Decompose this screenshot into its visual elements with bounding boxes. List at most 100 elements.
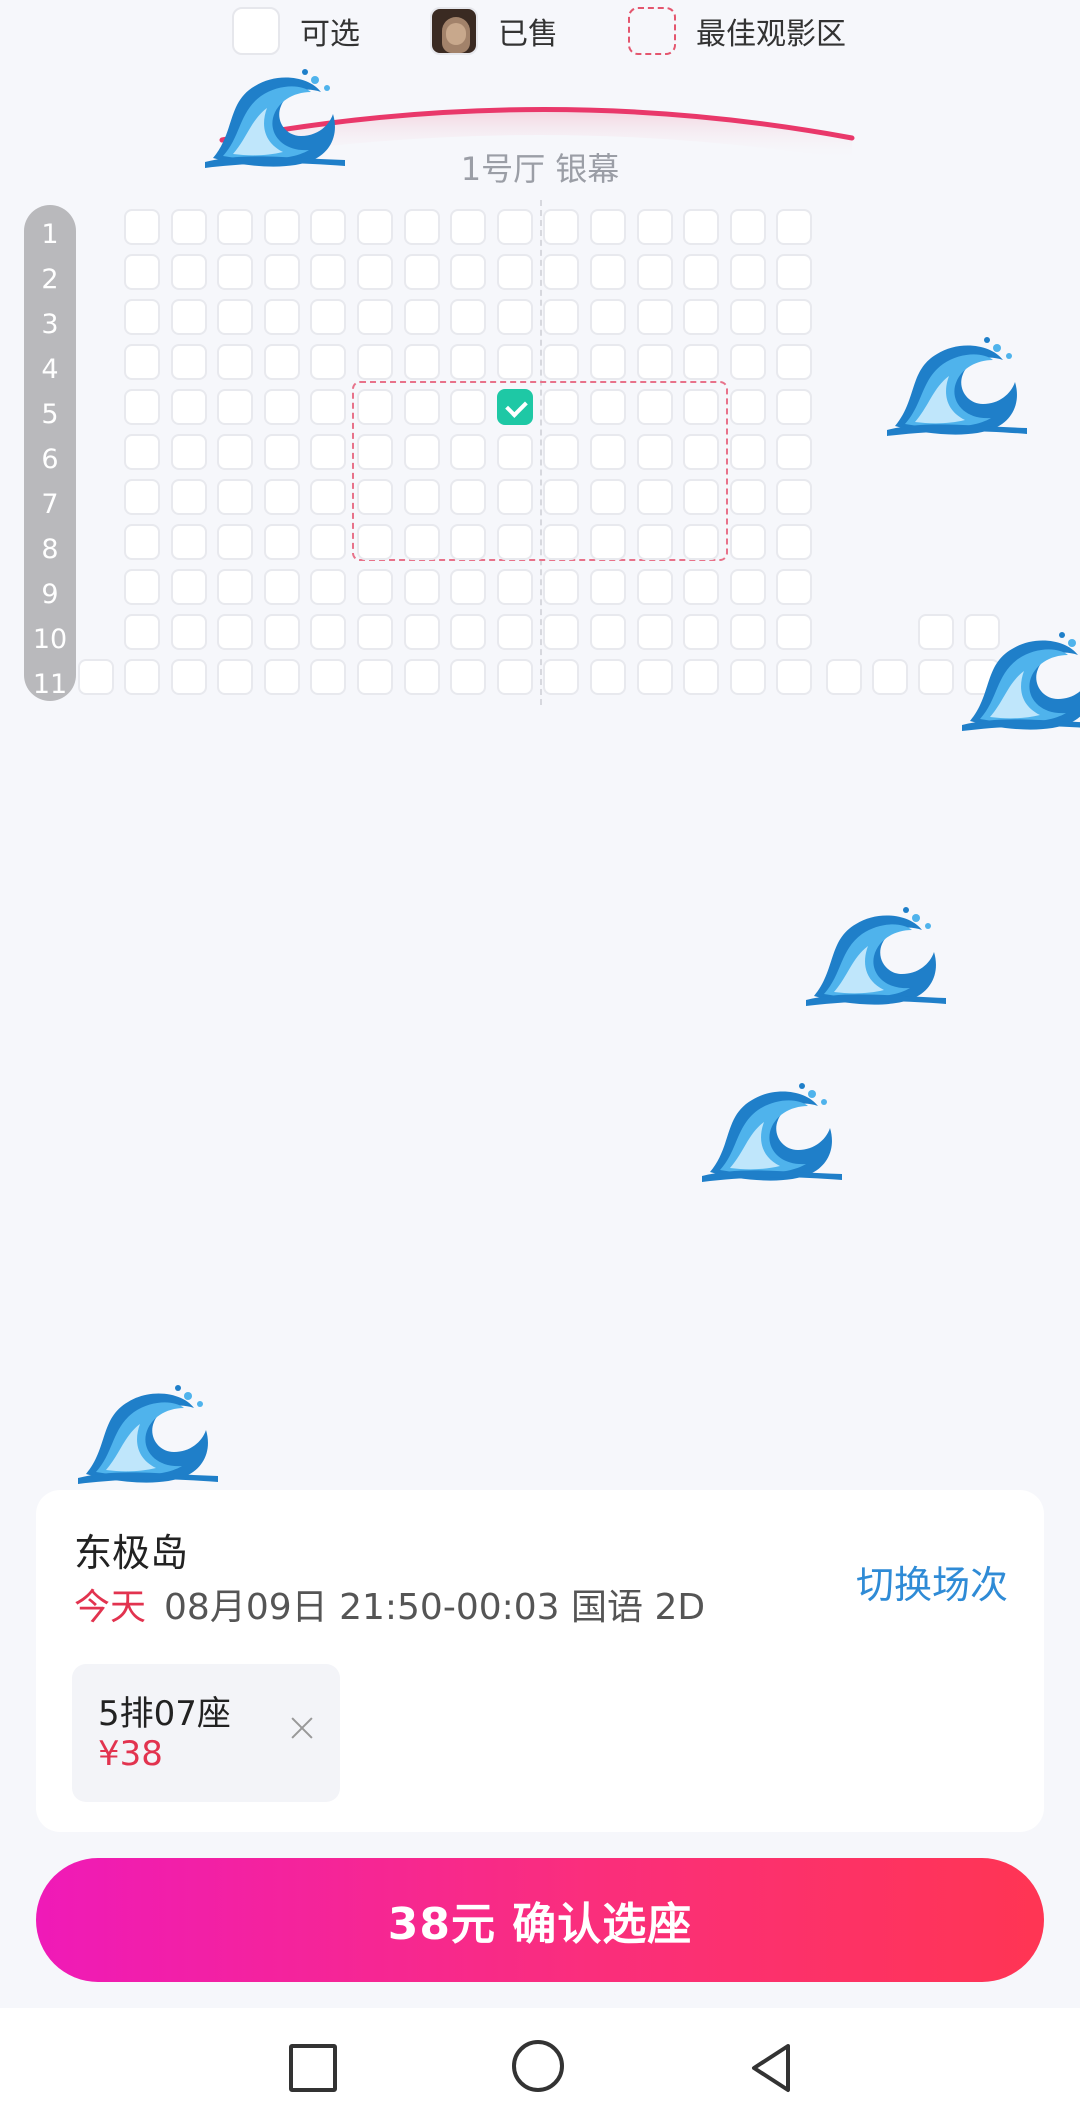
seat[interactable] xyxy=(450,524,487,560)
seat[interactable] xyxy=(729,344,766,380)
seat[interactable] xyxy=(776,389,813,425)
seat[interactable] xyxy=(310,389,347,425)
seat[interactable] xyxy=(636,254,673,290)
seat[interactable] xyxy=(636,299,673,335)
seat[interactable] xyxy=(496,524,533,560)
seat[interactable] xyxy=(263,524,300,560)
seat[interactable] xyxy=(590,479,626,515)
seat[interactable] xyxy=(357,569,393,605)
seat[interactable] xyxy=(217,299,254,335)
seat[interactable] xyxy=(124,299,160,335)
seat[interactable] xyxy=(729,524,766,560)
seat[interactable] xyxy=(170,254,207,290)
seat[interactable] xyxy=(872,659,908,695)
seat[interactable] xyxy=(496,299,533,335)
seat[interactable] xyxy=(826,659,862,695)
seat[interactable] xyxy=(450,479,487,515)
seat[interactable] xyxy=(124,254,160,290)
seat[interactable] xyxy=(776,659,813,695)
seat[interactable] xyxy=(310,344,347,380)
seat[interactable] xyxy=(403,254,440,290)
seat[interactable] xyxy=(263,659,300,695)
seat[interactable] xyxy=(496,209,533,245)
seat[interactable] xyxy=(403,569,440,605)
seat[interactable] xyxy=(450,434,487,470)
seat[interactable] xyxy=(217,389,254,425)
seat[interactable] xyxy=(776,254,813,290)
seat[interactable] xyxy=(310,299,347,335)
seat[interactable] xyxy=(124,389,160,425)
seat[interactable] xyxy=(124,209,160,245)
seat[interactable] xyxy=(217,569,254,605)
seat[interactable] xyxy=(543,569,580,605)
seat[interactable] xyxy=(496,569,533,605)
seat[interactable] xyxy=(263,569,300,605)
seat[interactable] xyxy=(636,479,673,515)
seat[interactable] xyxy=(543,254,580,290)
seat[interactable] xyxy=(776,569,813,605)
seat[interactable] xyxy=(496,434,533,470)
seat[interactable] xyxy=(124,479,160,515)
recent-apps-icon[interactable] xyxy=(283,2038,343,2098)
seat[interactable] xyxy=(263,614,300,650)
seat[interactable] xyxy=(124,569,160,605)
seat[interactable] xyxy=(450,389,487,425)
seat[interactable] xyxy=(636,344,673,380)
seat[interactable] xyxy=(636,524,673,560)
seat[interactable] xyxy=(263,209,300,245)
seat[interactable] xyxy=(450,299,487,335)
seat[interactable] xyxy=(403,209,440,245)
seat[interactable] xyxy=(310,524,347,560)
seat[interactable] xyxy=(683,344,720,380)
seat[interactable] xyxy=(776,479,813,515)
confirm-seat-button[interactable]: 38元 确认选座 xyxy=(36,1858,1044,1982)
seat[interactable] xyxy=(217,209,254,245)
seat[interactable] xyxy=(683,569,720,605)
seat[interactable] xyxy=(683,524,720,560)
seat[interactable] xyxy=(170,569,207,605)
seat[interactable] xyxy=(170,344,207,380)
seat[interactable] xyxy=(124,434,160,470)
seat[interactable] xyxy=(776,209,813,245)
seat[interactable] xyxy=(729,659,766,695)
seat[interactable] xyxy=(543,524,580,560)
seat[interactable] xyxy=(683,434,720,470)
seat[interactable] xyxy=(776,299,813,335)
seat[interactable] xyxy=(217,479,254,515)
seat[interactable] xyxy=(170,614,207,650)
seat[interactable] xyxy=(357,209,393,245)
seat[interactable] xyxy=(543,389,580,425)
seat[interactable] xyxy=(636,434,673,470)
seat[interactable] xyxy=(310,209,347,245)
seat[interactable] xyxy=(357,434,393,470)
seat[interactable] xyxy=(543,434,580,470)
seat[interactable] xyxy=(403,299,440,335)
seat[interactable] xyxy=(918,614,954,650)
seat[interactable] xyxy=(310,659,347,695)
seat[interactable] xyxy=(357,299,393,335)
seat[interactable] xyxy=(776,344,813,380)
seat-selected[interactable] xyxy=(496,389,533,425)
seat[interactable] xyxy=(729,299,766,335)
seat[interactable] xyxy=(776,524,813,560)
seat[interactable] xyxy=(357,344,393,380)
seat[interactable] xyxy=(450,254,487,290)
seat[interactable] xyxy=(403,524,440,560)
seat[interactable] xyxy=(496,614,533,650)
seat[interactable] xyxy=(78,659,114,695)
seat[interactable] xyxy=(263,389,300,425)
seat[interactable] xyxy=(729,614,766,650)
seat[interactable] xyxy=(263,344,300,380)
seat[interactable] xyxy=(403,479,440,515)
seat[interactable] xyxy=(496,344,533,380)
seat[interactable] xyxy=(217,254,254,290)
seat[interactable] xyxy=(263,434,300,470)
seat[interactable] xyxy=(124,614,160,650)
seat[interactable] xyxy=(357,479,393,515)
seat[interactable] xyxy=(450,209,487,245)
selected-ticket-chip[interactable]: 5排07座 ¥38 xyxy=(72,1664,340,1802)
seat[interactable] xyxy=(590,344,626,380)
seat[interactable] xyxy=(636,569,673,605)
close-icon[interactable] xyxy=(282,1708,322,1748)
seat[interactable] xyxy=(543,344,580,380)
